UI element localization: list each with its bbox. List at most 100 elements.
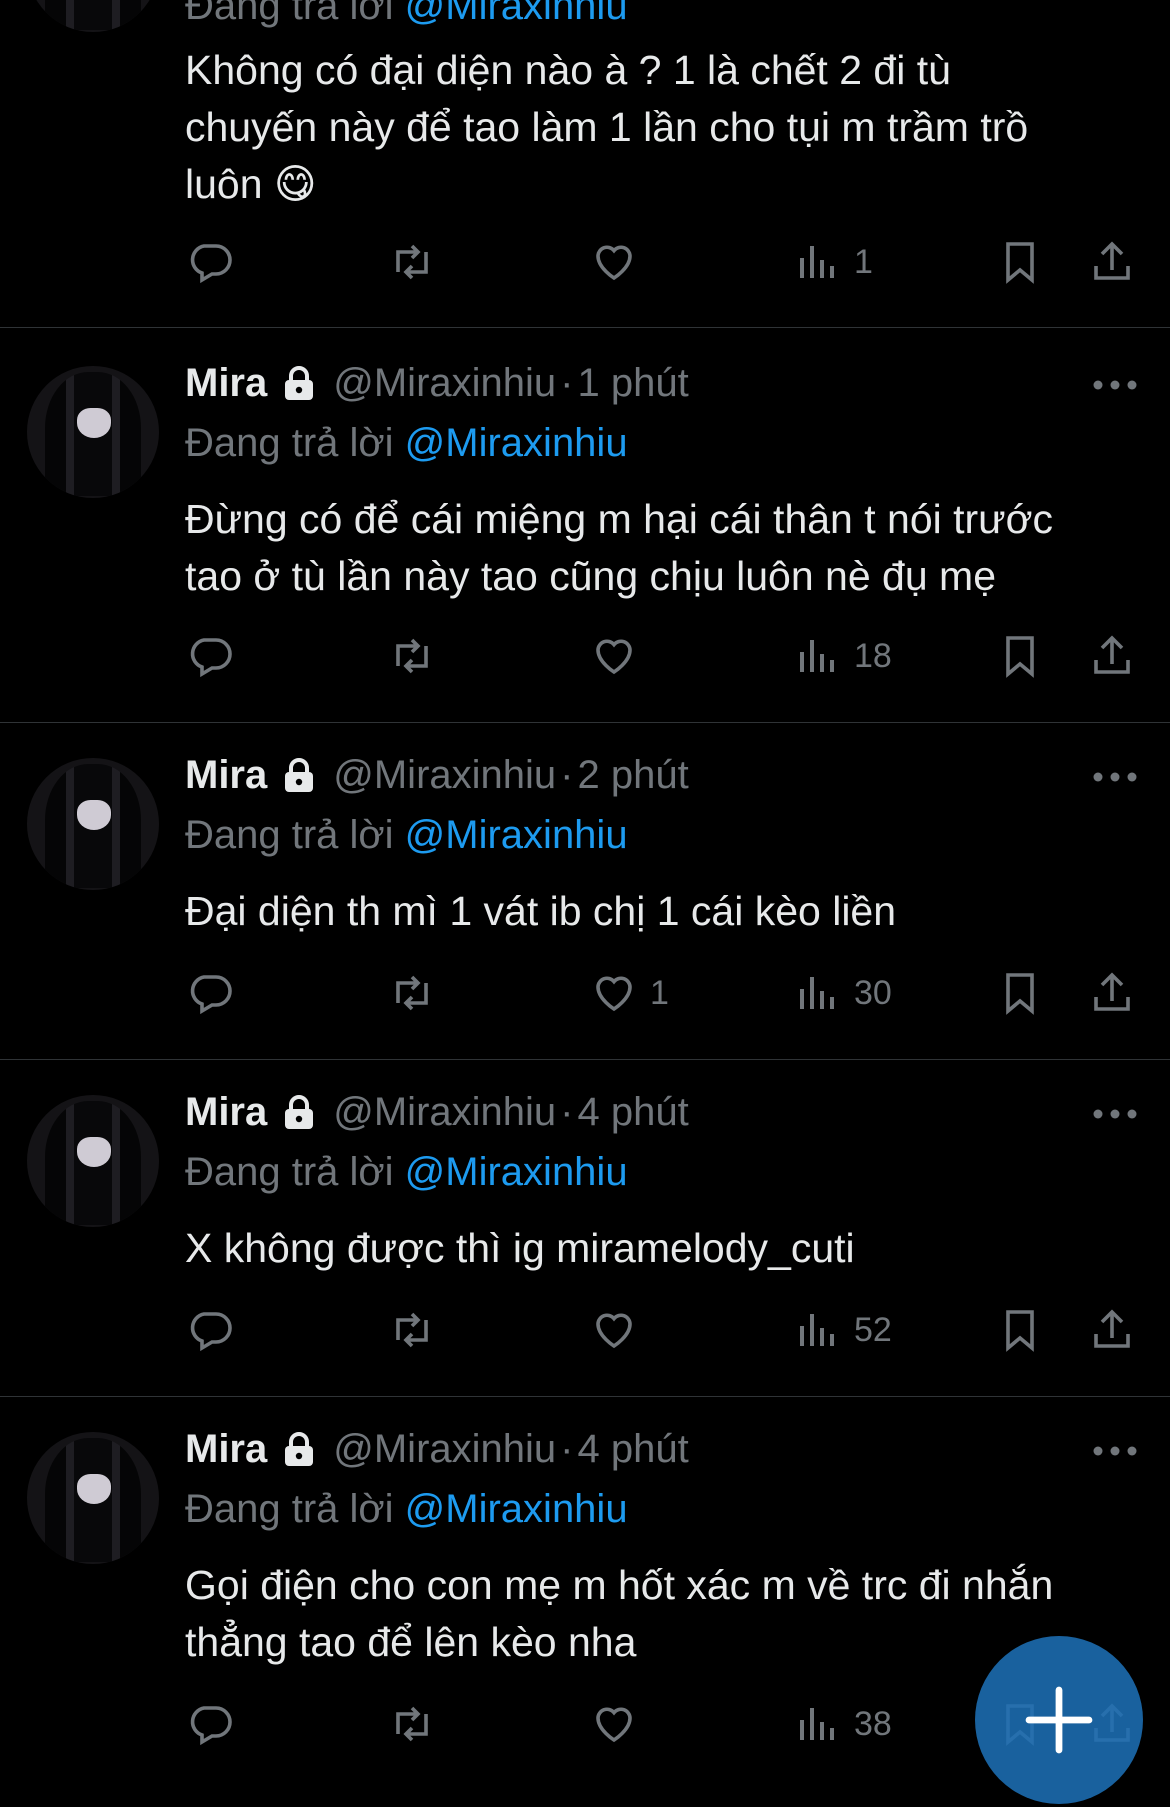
repost-button[interactable] <box>388 1300 436 1360</box>
separator-dot: · <box>560 1090 574 1134</box>
tweet-actions: 1 30 <box>0 963 1170 1023</box>
repost-button[interactable] <box>388 1694 436 1754</box>
views-button[interactable]: 38 <box>794 1694 892 1754</box>
tweet-header: Mira @Miraxinhiu · 4 phút <box>185 1427 689 1472</box>
more-icon[interactable] <box>1092 1108 1138 1120</box>
more-icon[interactable] <box>1092 771 1138 783</box>
reply-label: Đang trả lời <box>185 813 394 857</box>
repost-icon <box>396 244 428 280</box>
views-icon <box>800 246 834 278</box>
author-name[interactable]: Mira <box>185 1427 267 1472</box>
reply-context: Đang trả lời @Miraxinhiu <box>185 1150 628 1195</box>
lock-icon <box>285 365 314 400</box>
tweet-time[interactable]: 1 phút <box>577 361 688 406</box>
reply-mention-link[interactable]: @Miraxinhiu <box>405 813 628 857</box>
share-button[interactable] <box>1088 963 1136 1023</box>
heart-icon <box>596 976 632 1012</box>
reply-context: Đang trả lời @Miraxinhiu <box>185 421 628 466</box>
views-button[interactable]: 52 <box>794 1300 892 1360</box>
reply-icon <box>190 1706 232 1746</box>
views-icon <box>800 1314 834 1346</box>
like-button[interactable] <box>590 1300 638 1360</box>
share-button[interactable] <box>1088 626 1136 686</box>
repost-button[interactable] <box>388 626 436 686</box>
bookmark-icon <box>1006 1310 1034 1352</box>
views-icon <box>800 977 834 1009</box>
share-button[interactable] <box>1088 232 1136 292</box>
tweet-text: Không có đại diện nào à ? 1 là chết 2 đi… <box>185 47 1029 207</box>
share-icon <box>1094 972 1130 1011</box>
tweet-time[interactable]: 4 phút <box>577 1090 688 1135</box>
author-handle[interactable]: @Miraxinhiu <box>333 1427 556 1472</box>
reply-button[interactable] <box>186 626 234 686</box>
reply-mention-link[interactable]: @Miraxinhiu <box>405 0 628 28</box>
reply-button[interactable] <box>186 1694 234 1754</box>
avatar[interactable] <box>27 758 159 890</box>
lock-icon <box>285 757 314 792</box>
bookmark-button[interactable] <box>996 232 1044 292</box>
tweet-actions: 18 <box>0 626 1170 686</box>
repost-button[interactable] <box>388 963 436 1023</box>
reply-button[interactable] <box>186 1300 234 1360</box>
author-handle[interactable]: @Miraxinhiu <box>333 753 556 798</box>
avatar[interactable] <box>27 1432 159 1564</box>
views-button[interactable]: 1 <box>794 232 873 292</box>
reply-icon <box>190 638 232 678</box>
views-count: 30 <box>854 973 892 1012</box>
reply-label: Đang trả lời <box>185 421 394 465</box>
reply-mention-link[interactable]: @Miraxinhiu <box>405 1487 628 1531</box>
author-handle[interactable]: @Miraxinhiu <box>333 361 556 406</box>
share-icon <box>1094 241 1130 280</box>
views-icon <box>800 640 834 672</box>
reply-button[interactable] <box>186 232 234 292</box>
heart-icon <box>596 1707 632 1743</box>
tweet-time[interactable]: 2 phút <box>577 753 688 798</box>
reply-label: Đang trả lời <box>185 1487 394 1531</box>
lock-icon <box>285 1431 314 1466</box>
repost-icon <box>396 1312 428 1348</box>
bookmark-button[interactable] <box>996 963 1044 1023</box>
tweet-text: Đừng có để cái miệng m hại cái thân t nó… <box>185 496 1054 599</box>
like-button[interactable] <box>590 626 638 686</box>
avatar[interactable] <box>27 0 159 32</box>
share-button[interactable] <box>1088 1300 1136 1360</box>
reply-label: Đang trả lời <box>185 0 394 28</box>
author-name[interactable]: Mira <box>185 753 267 798</box>
tweet-header: Mira @Miraxinhiu · 1 phút <box>185 361 689 406</box>
tweet-header: Mira @Miraxinhiu · 2 phút <box>185 753 689 798</box>
repost-icon <box>396 975 428 1011</box>
bookmark-button[interactable] <box>996 1300 1044 1360</box>
bookmark-icon <box>1006 973 1034 1015</box>
like-button[interactable] <box>590 1694 638 1754</box>
repost-icon <box>396 1706 428 1742</box>
share-icon <box>1094 1309 1130 1348</box>
lock-icon <box>285 1094 314 1129</box>
author-name[interactable]: Mira <box>185 361 267 406</box>
reply-button[interactable] <box>186 963 234 1023</box>
compose-plus-icon <box>1025 1686 1093 1754</box>
tweet-actions: 52 <box>0 1300 1170 1360</box>
reply-mention-link[interactable]: @Miraxinhiu <box>405 421 628 465</box>
author-name[interactable]: Mira <box>185 1090 267 1135</box>
views-button[interactable]: 30 <box>794 963 892 1023</box>
compose-button[interactable] <box>975 1636 1143 1804</box>
bookmark-button[interactable] <box>996 626 1044 686</box>
tweet-header: Mira @Miraxinhiu · 4 phút <box>185 1090 689 1135</box>
author-handle[interactable]: @Miraxinhiu <box>333 1090 556 1135</box>
tweet-actions: 1 <box>0 232 1170 292</box>
tweet-time[interactable]: 4 phút <box>577 1427 688 1472</box>
reply-label: Đang trả lời <box>185 1150 394 1194</box>
like-button[interactable]: 1 <box>590 963 669 1023</box>
separator-dot: · <box>560 753 574 797</box>
repost-button[interactable] <box>388 232 436 292</box>
more-icon[interactable] <box>1092 379 1138 391</box>
avatar[interactable] <box>27 366 159 498</box>
avatar[interactable] <box>27 1095 159 1227</box>
reply-mention-link[interactable]: @Miraxinhiu <box>405 1150 628 1194</box>
like-button[interactable] <box>590 232 638 292</box>
views-button[interactable]: 18 <box>794 626 892 686</box>
reply-context: Đang trả lời @Miraxinhiu <box>185 0 628 29</box>
share-icon <box>1094 635 1130 674</box>
reply-context: Đang trả lời @Miraxinhiu <box>185 813 628 858</box>
more-icon[interactable] <box>1092 1445 1138 1457</box>
